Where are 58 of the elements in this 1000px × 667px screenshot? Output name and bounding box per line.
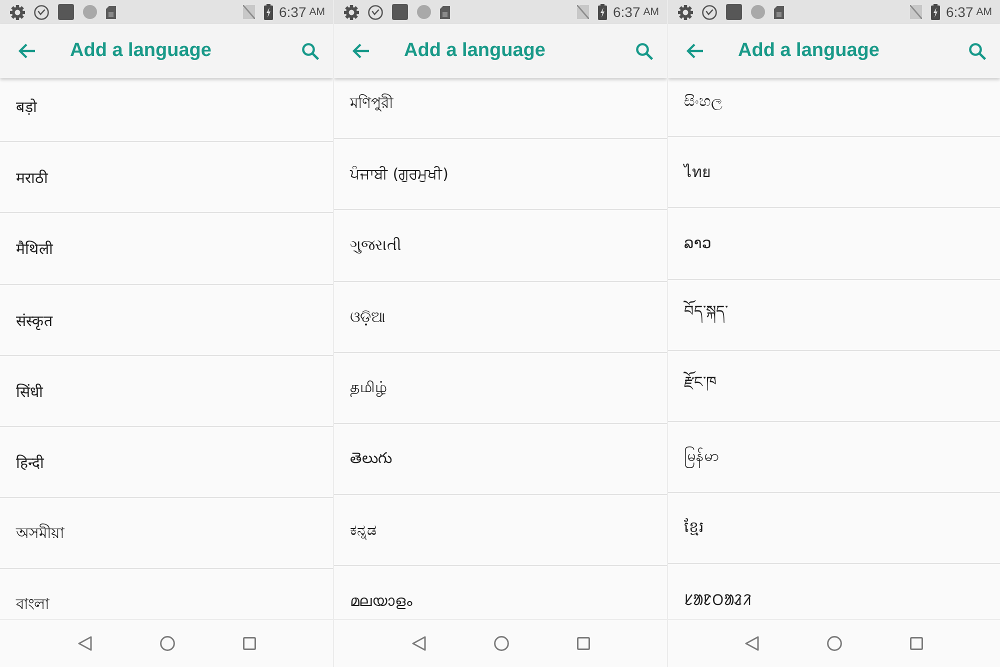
- search-icon: [302, 42, 319, 60]
- nav-recents-icon[interactable]: [242, 637, 256, 650]
- battery-charging-icon: [264, 4, 273, 20]
- screen-title: Add a language: [404, 40, 546, 62]
- language-item[interactable]: བོད་སྐད་: [668, 280, 1000, 351]
- nav-home-icon[interactable]: [160, 636, 174, 651]
- circle-badge-icon: [34, 4, 49, 20]
- search-icon: [969, 42, 986, 60]
- circle-icon: [751, 5, 765, 19]
- no-sim-icon: [243, 5, 255, 19]
- nav-recents-icon[interactable]: [576, 637, 590, 650]
- nav-recents-icon[interactable]: [910, 637, 923, 650]
- language-item[interactable]: རྫོང་ཁ: [668, 350, 1000, 422]
- no-sim-icon: [577, 5, 589, 19]
- clock-meridiem: AM: [309, 6, 325, 18]
- circle-icon: [83, 5, 97, 19]
- screen-title: Add a language: [70, 40, 212, 62]
- language-item[interactable]: ไทย: [668, 137, 1000, 208]
- square-icon: [58, 4, 74, 20]
- back-button[interactable]: [352, 43, 370, 59]
- clock-time: 6:37: [613, 4, 640, 20]
- search-button[interactable]: [302, 42, 319, 60]
- battery-charging-icon: [931, 4, 940, 20]
- search-icon: [636, 42, 653, 60]
- circle-badge-icon: [368, 4, 383, 20]
- no-sim-icon: [910, 5, 922, 19]
- screen-title: Add a language: [738, 40, 880, 62]
- settings-icon: [10, 4, 25, 20]
- back-button[interactable]: [686, 43, 704, 59]
- language-item[interactable]: ខ្មែរ: [668, 493, 1000, 564]
- search-button[interactable]: [636, 42, 653, 60]
- clock-time: 6:37: [946, 4, 974, 20]
- nav-home-icon[interactable]: [494, 636, 508, 651]
- circle-icon: [417, 5, 431, 19]
- clock-time: 6:37: [279, 4, 306, 20]
- sd-card-icon: [774, 6, 784, 18]
- sd-card-icon: [440, 6, 450, 18]
- nav-home-icon[interactable]: [827, 636, 842, 651]
- arrow-left-icon: [18, 43, 36, 59]
- nav-back-icon[interactable]: [412, 636, 426, 651]
- circle-badge-icon: [702, 4, 717, 20]
- clock-meridiem: AM: [976, 6, 992, 18]
- battery-charging-icon: [598, 4, 607, 20]
- nav-back-icon[interactable]: [745, 636, 759, 651]
- arrow-left-icon: [352, 43, 370, 59]
- square-icon: [726, 4, 742, 20]
- nav-back-icon[interactable]: [78, 636, 92, 651]
- language-item[interactable]: မြန်မာ: [668, 422, 1000, 494]
- language-item[interactable]: ລາວ: [668, 208, 1000, 280]
- arrow-left-icon: [686, 43, 704, 59]
- language-item[interactable]: සිංහල: [668, 78, 1000, 138]
- sd-card-icon: [106, 6, 116, 18]
- search-button[interactable]: [969, 42, 986, 60]
- back-button[interactable]: [18, 43, 36, 59]
- square-icon: [392, 4, 408, 20]
- clock-meridiem: AM: [643, 6, 659, 18]
- settings-icon: [344, 4, 359, 20]
- settings-icon: [678, 4, 693, 20]
